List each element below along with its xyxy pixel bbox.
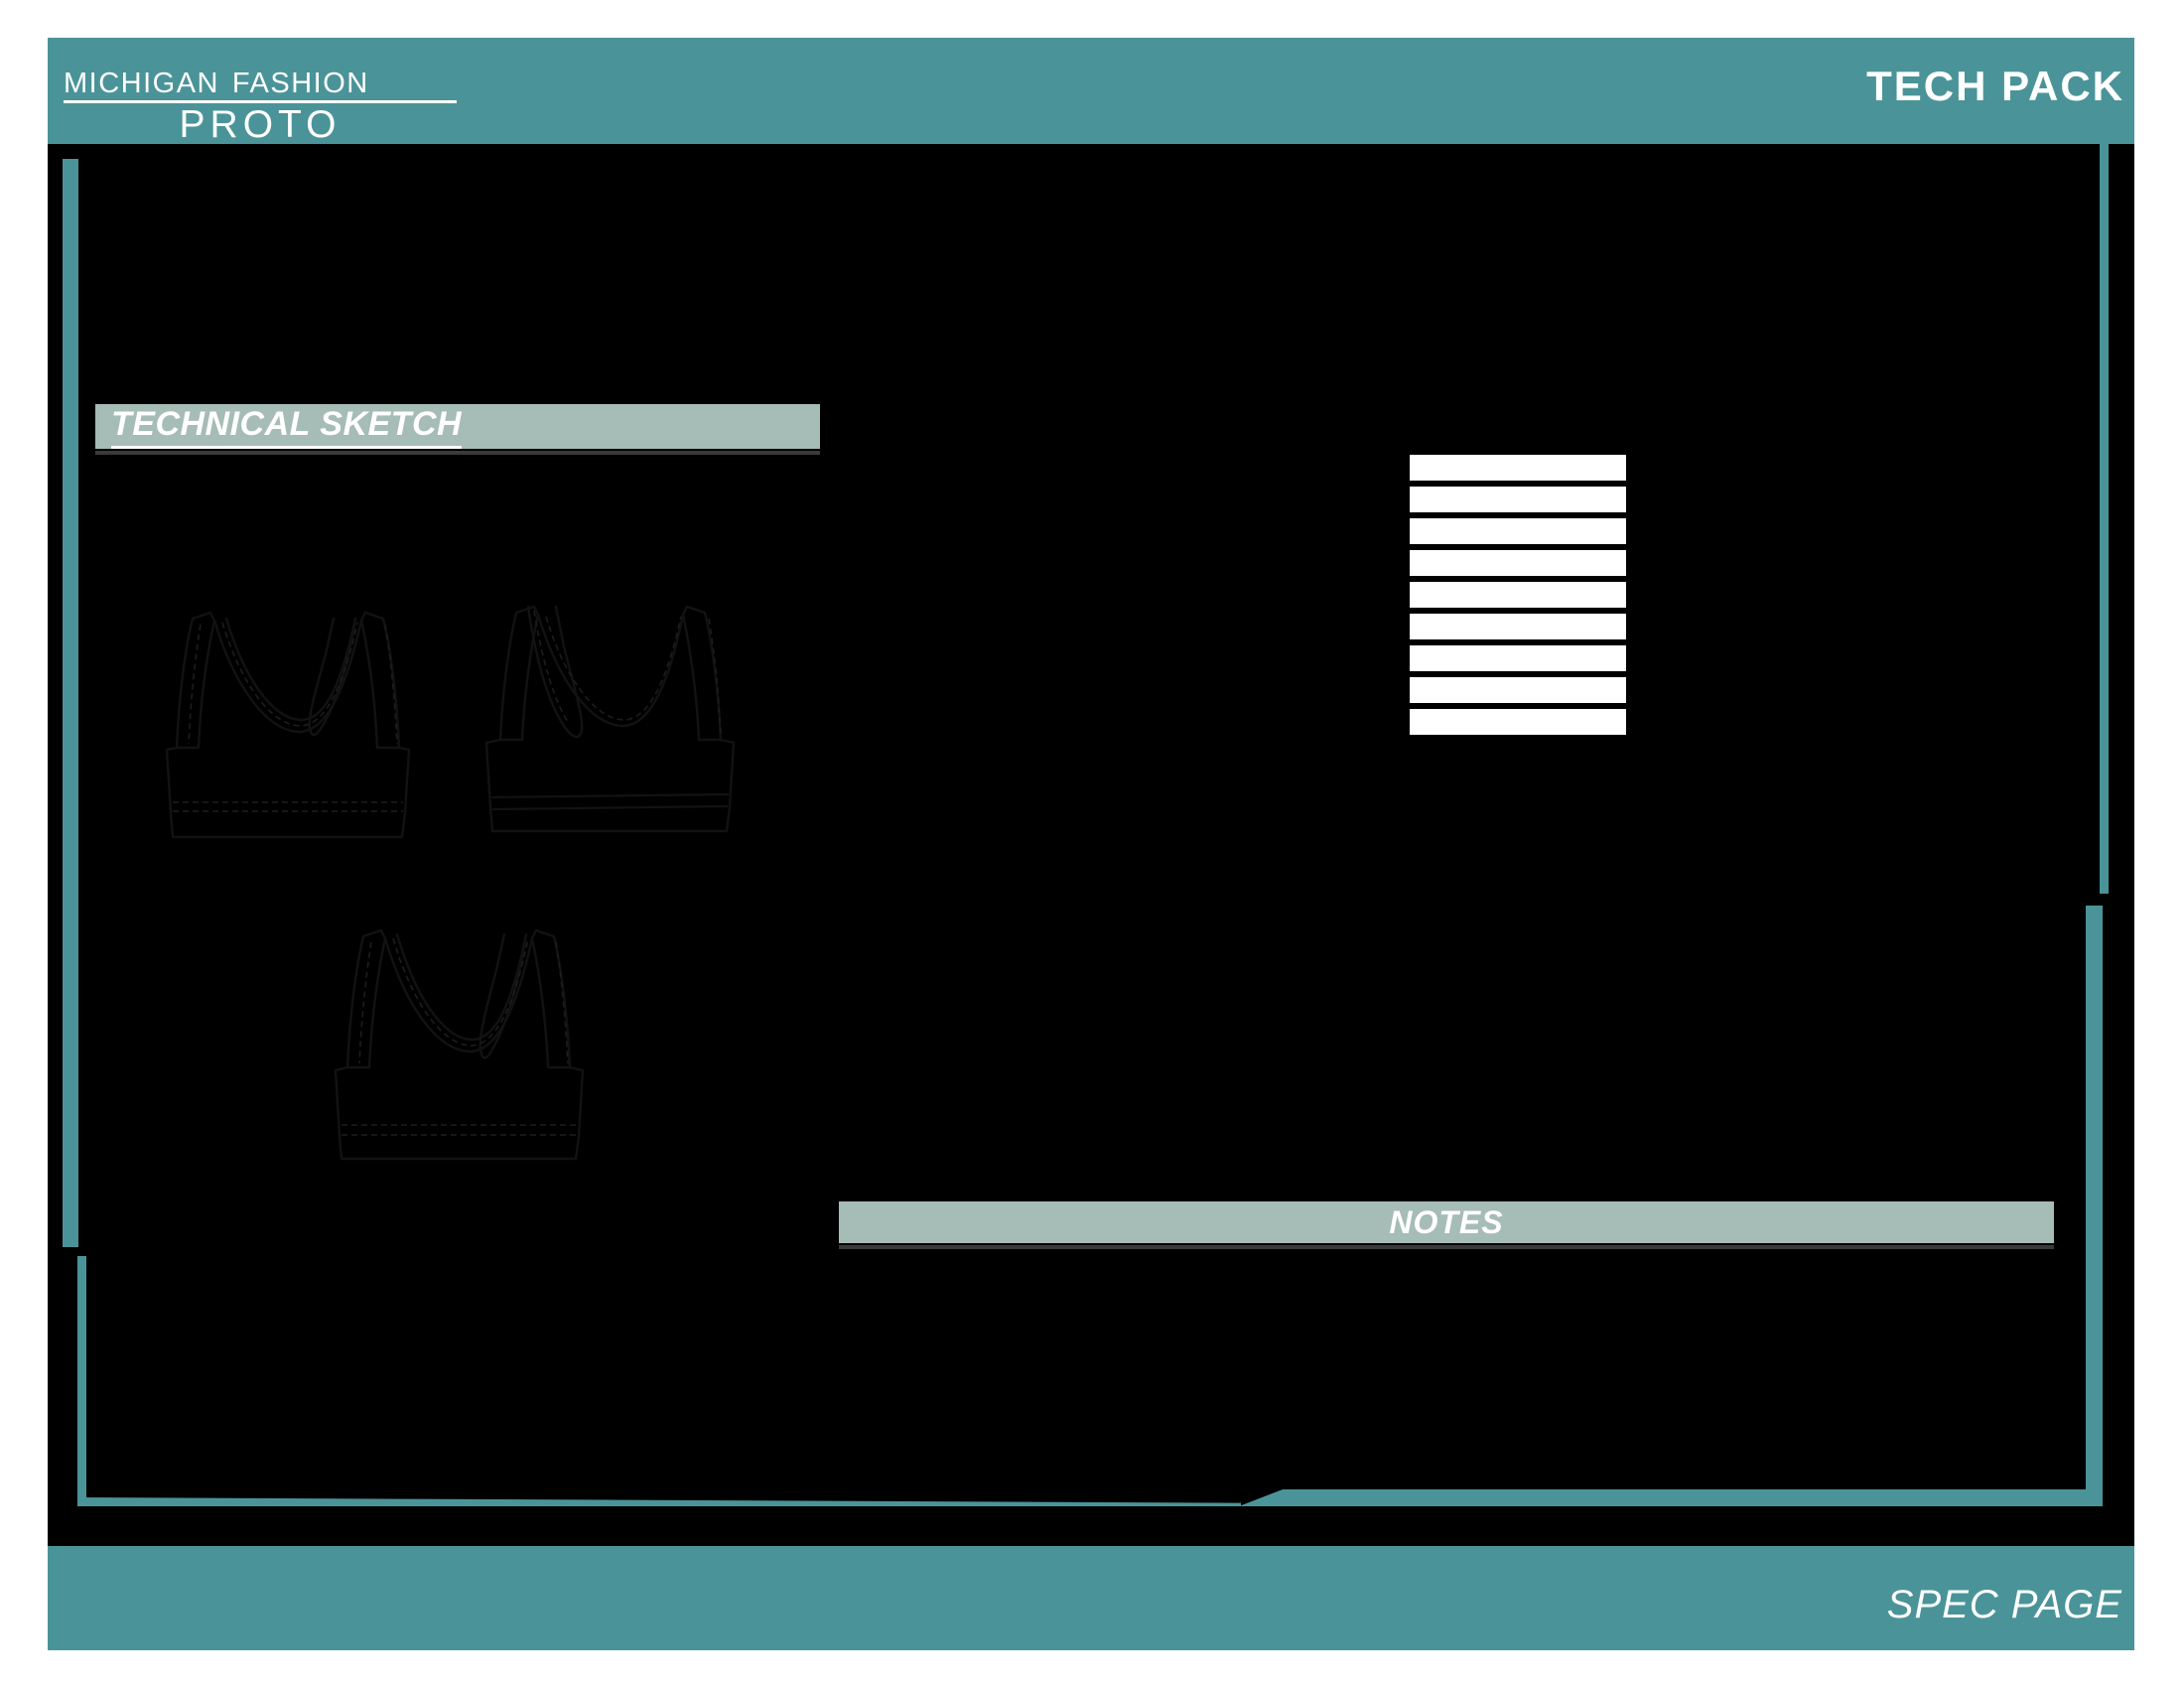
- frame-right-upper-segment: [2100, 144, 2109, 894]
- table-row[interactable]: [1408, 453, 1628, 483]
- table-row[interactable]: [1408, 548, 1628, 578]
- technical-sketch-banner: TECHNICAL SKETCH: [95, 404, 820, 449]
- sketch-back-view: [477, 591, 764, 844]
- technical-sketch-label: TECHNICAL SKETCH: [111, 405, 463, 449]
- front-view-drawing: [165, 611, 411, 839]
- frame-left-upper-segment: [63, 159, 78, 1247]
- side-view-drawing: [334, 928, 585, 1161]
- technical-sketch-banner-rule: [95, 451, 820, 455]
- notes-banner-rule: [839, 1245, 2054, 1249]
- notes-banner: NOTES: [839, 1201, 2054, 1243]
- page-title: TECH PACK: [1866, 63, 2124, 109]
- brand-logo-line-2: PROTO: [179, 103, 341, 146]
- sketch-side-view: [328, 909, 615, 1182]
- tech-pack-page: Michigan Fashion PROTO TECH PACK TECHNIC…: [0, 0, 2184, 1688]
- table-row[interactable]: [1408, 580, 1628, 610]
- frame-bottom-left-segment: [77, 1497, 1241, 1506]
- footer-bar: [48, 1546, 2134, 1650]
- table-row[interactable]: [1408, 485, 1628, 514]
- table-row[interactable]: [1408, 675, 1628, 705]
- sketch-front-view: [149, 591, 437, 844]
- frame-right-lower-segment: [2086, 906, 2103, 1506]
- frame-left-lower-segment: [77, 1256, 86, 1506]
- content-canvas: [48, 144, 2134, 1546]
- brand-logo-line-1: Michigan Fashion: [64, 56, 369, 101]
- footer-page-label: SPEC PAGE: [1886, 1583, 2122, 1626]
- table-row[interactable]: [1408, 516, 1628, 546]
- notes-label: NOTES: [1389, 1203, 1504, 1240]
- back-view-drawing: [484, 605, 736, 833]
- brand-logo: Michigan Fashion PROTO: [64, 56, 480, 145]
- table-row[interactable]: [1408, 707, 1628, 737]
- table-row[interactable]: [1408, 612, 1628, 641]
- table-row[interactable]: [1408, 643, 1628, 673]
- spec-measurement-table[interactable]: [1408, 453, 1628, 739]
- frame-bottom-right-segment: [1239, 1489, 2103, 1506]
